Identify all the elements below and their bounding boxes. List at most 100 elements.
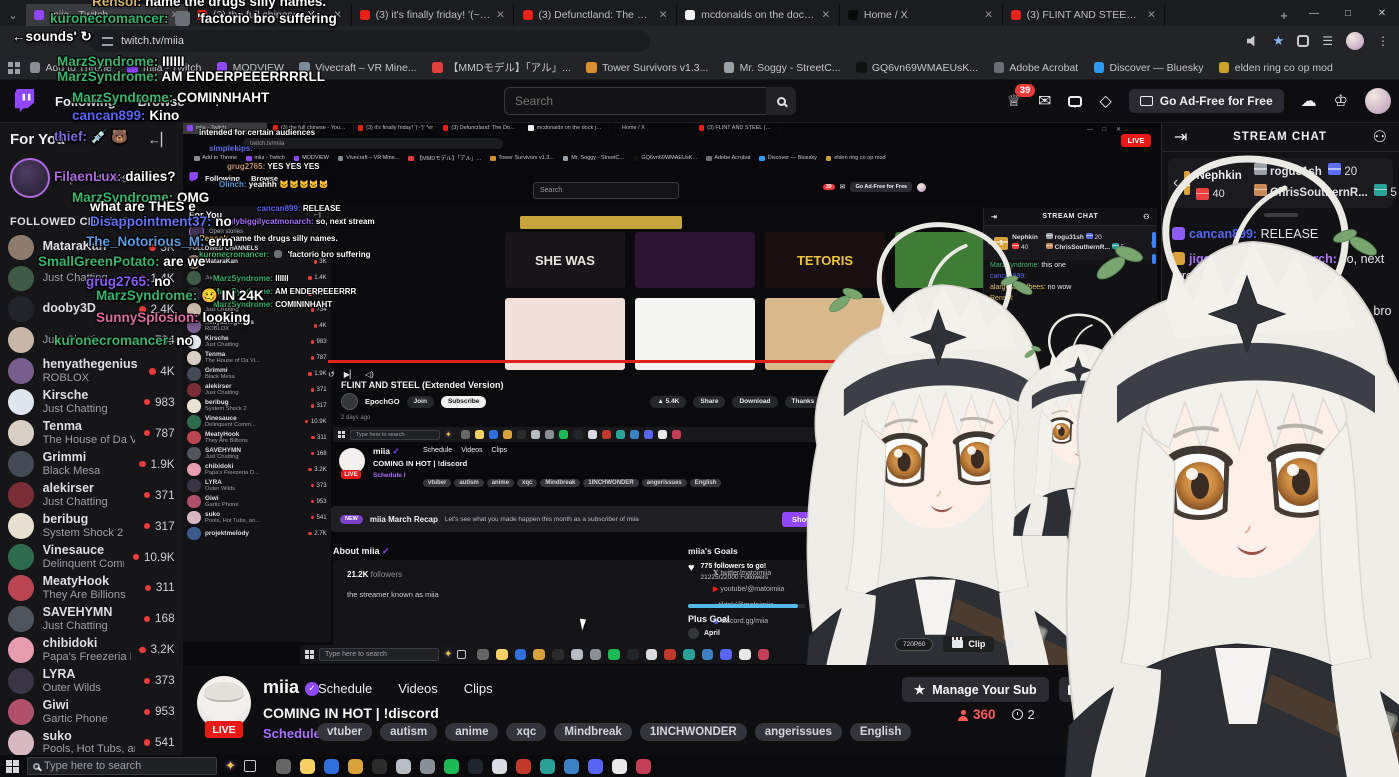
browser-tab[interactable]: (3) it's finally friday! '(~')' *er ✕: [352, 4, 515, 26]
leaderboard-prev-icon[interactable]: ‹: [1173, 174, 1178, 192]
chat-collapse-icon[interactable]: ⇥: [1174, 127, 1187, 147]
channel-row[interactable]: Tenma The House of Da Vi... 787: [0, 418, 183, 449]
search-input[interactable]: [504, 87, 766, 115]
new-tab-button[interactable]: +: [1271, 4, 1297, 26]
tab-close-icon[interactable]: ✕: [822, 9, 831, 21]
tab-close-icon[interactable]: ✕: [984, 9, 993, 21]
browser-tab[interactable]: Home / X ✕: [840, 4, 1003, 26]
address-bar[interactable]: twitch.tv/miia: [90, 30, 650, 52]
task-view-icon[interactable]: [243, 760, 256, 772]
stream-tag[interactable]: vtuber: [317, 723, 373, 741]
cloud-icon[interactable]: ☁: [1301, 91, 1317, 111]
channel-row[interactable]: beribug System Shock 2 317: [0, 511, 183, 542]
whispers-icon[interactable]: [1068, 95, 1083, 108]
channel-row[interactable]: Grimmi Black Mesa 1.9K: [0, 449, 183, 480]
tab-videos[interactable]: Videos: [398, 681, 438, 696]
bookmark-item[interactable]: Mr. Soggy - StreetC...: [718, 57, 846, 77]
stream-tag[interactable]: 1INCHWONDER: [639, 723, 747, 741]
gift-sub-button[interactable]: [1058, 677, 1089, 702]
channel-row[interactable]: suko Pools, Hot Tubs, an... 541: [0, 727, 183, 758]
minimize-button[interactable]: —: [1297, 8, 1331, 19]
stream-tag[interactable]: anime: [445, 723, 499, 741]
apps-grid-icon[interactable]: [8, 61, 20, 74]
bookmark-star-icon[interactable]: ★: [1273, 33, 1285, 49]
channel-row[interactable]: Giwi Gartic Phone 953: [0, 696, 183, 727]
maximize-button[interactable]: □: [1331, 8, 1365, 19]
stream-tag[interactable]: xqc: [506, 723, 547, 741]
app-icon[interactable]: [299, 758, 315, 774]
app-icon[interactable]: [491, 758, 507, 774]
app-icon[interactable]: [443, 758, 459, 774]
app-icon[interactable]: [419, 758, 435, 774]
adfree-button[interactable]: Go Ad-Free for Free: [1128, 89, 1284, 113]
app-icon[interactable]: [515, 758, 531, 774]
app-icon[interactable]: [275, 758, 291, 774]
browser-tab[interactable]: (3) Defunctland: The Downfall o ✕: [514, 4, 677, 26]
tab-close-icon[interactable]: ✕: [659, 9, 668, 21]
cortana-sparkle-icon[interactable]: ✦: [225, 758, 236, 774]
app-icon[interactable]: [611, 758, 627, 774]
search-button[interactable]: [766, 87, 796, 115]
side-panel-icon[interactable]: [1297, 35, 1310, 47]
channel-row[interactable]: Kirsche Just Chatting 983: [0, 387, 183, 418]
channel-row[interactable]: Vinesauce Delinquent Comm... 10.9K: [0, 542, 183, 573]
inbox-icon[interactable]: ✉: [1038, 91, 1051, 111]
channel-display-name[interactable]: miia: [263, 677, 299, 697]
start-button[interactable]: [6, 759, 19, 773]
tab-close-icon[interactable]: ✕: [496, 9, 505, 21]
app-icon[interactable]: [635, 758, 651, 774]
app-icon[interactable]: [587, 758, 603, 774]
tab-clips[interactable]: Clips: [464, 681, 493, 696]
app-icon[interactable]: [395, 758, 411, 774]
gifter-leaderboard[interactable]: ‹ 1 Nephkin 40 rogu31sh 20 ChrisSouthern…: [1168, 158, 1397, 208]
app-icon[interactable]: [467, 758, 483, 774]
stream-tag[interactable]: English: [849, 723, 912, 741]
stream-tag[interactable]: Mindbreak: [554, 723, 632, 741]
bookmark-item[interactable]: elden ring co op mod: [1213, 57, 1338, 77]
user-avatar[interactable]: [1365, 88, 1391, 114]
browser-menu-icon[interactable]: ⋮: [1377, 34, 1389, 48]
site-settings-icon[interactable]: [102, 36, 113, 46]
tab-muted-icon[interactable]: [1246, 35, 1255, 47]
channel-row[interactable]: alekirser Just Chatting 371: [0, 480, 183, 511]
story-avatar[interactable]: [10, 158, 50, 198]
channel-row[interactable]: MeatyHook They Are Billions 311: [0, 572, 183, 603]
clip-button[interactable]: Clip: [943, 636, 995, 652]
app-icon[interactable]: [323, 758, 339, 774]
browser-profile-avatar[interactable]: [1346, 32, 1364, 50]
playlist-icon[interactable]: ☰: [1322, 34, 1333, 48]
quality-badge[interactable]: 720P60: [895, 637, 934, 651]
drops-icon[interactable]: ◇: [1099, 91, 1111, 111]
close-button[interactable]: ✕: [1365, 8, 1399, 19]
tab-search-chevron-icon[interactable]: ⌄: [0, 4, 26, 26]
player-settings-icon[interactable]: ⚙: [1004, 637, 1015, 651]
app-icon[interactable]: [371, 758, 387, 774]
leaderboard-drag-handle[interactable]: [1263, 213, 1298, 217]
channel-row[interactable]: henyathegenius ROBLOX 4K: [0, 356, 183, 387]
browser-tab[interactable]: mcdonalds on the dock just bi ✕: [677, 4, 840, 26]
twitch-logo-icon[interactable]: [14, 88, 37, 114]
tab-close-icon[interactable]: ✕: [1147, 9, 1156, 21]
app-icon[interactable]: [539, 758, 555, 774]
channel-row[interactable]: chibidoki Papa's Freezeria D... 3.2K: [0, 634, 183, 665]
taskbar-search[interactable]: Type here to search: [27, 757, 217, 775]
bookmark-item[interactable]: GQ6vn69WMAEUsK...: [850, 57, 983, 77]
stream-tag[interactable]: autism: [380, 723, 438, 741]
bookmark-item[interactable]: Adobe Acrobat: [988, 57, 1084, 77]
manage-sub-button[interactable]: ★ Manage Your Sub: [902, 677, 1049, 702]
prime-icon[interactable]: ♔: [1334, 91, 1348, 111]
stream-tag[interactable]: angerissues: [754, 723, 842, 741]
stream-video[interactable]: miia - Twitch (3) the full chinese - You…: [183, 122, 1161, 665]
tab-schedule[interactable]: Schedule: [318, 681, 372, 696]
app-icon[interactable]: [563, 758, 579, 774]
channel-row[interactable]: SAVEHYMN Just Chatting 168: [0, 603, 183, 634]
bookmark-item[interactable]: Tower Survivors v1.3...: [581, 57, 714, 77]
bookmark-item[interactable]: 【MMDモデル】「アル」...: [426, 57, 576, 77]
browser-tab[interactable]: (3) FLINT AND STEEL (Extended ✕: [1003, 4, 1166, 26]
activity-icon[interactable]: ♕ 39: [1007, 84, 1036, 111]
bookmark-item[interactable]: Discover — Bluesky: [1088, 57, 1209, 77]
app-icon[interactable]: [347, 758, 363, 774]
chat-users-icon[interactable]: ⚇: [1373, 127, 1387, 147]
channel-row[interactable]: LYRA Outer Wilds 373: [0, 665, 183, 696]
sidebar-collapse-icon[interactable]: ←▏: [148, 132, 171, 148]
